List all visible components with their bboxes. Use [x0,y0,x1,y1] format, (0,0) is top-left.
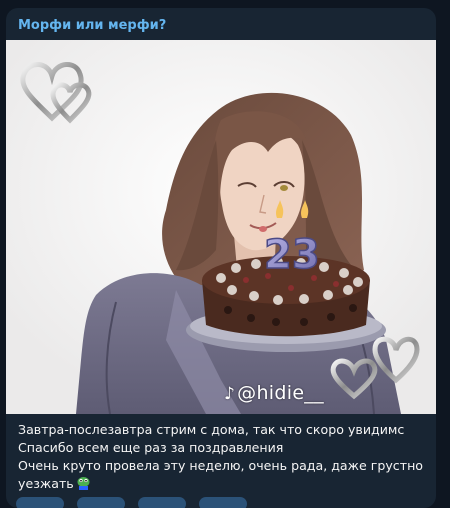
reactions-row [16,496,255,508]
cake-candle-number: 23 [264,232,320,278]
watermark-handle: @hidie__ [237,382,324,404]
reaction-chip[interactable] [77,497,126,508]
reaction-chip[interactable] [138,497,187,508]
channel-title[interactable]: Морфи или мерфи? [18,18,166,33]
tiktok-watermark: ♪ @hidie__ [224,382,324,404]
caption-line-4-text: уезжать [18,476,74,491]
caption-line-4: уезжать [18,475,428,493]
reaction-chip[interactable] [199,497,248,508]
pepe-frog-icon [77,477,90,490]
reaction-chip[interactable] [16,497,64,508]
caption-line-1: Завтра-послезавтра стрим с дома, так что… [18,422,405,437]
message-bubble[interactable]: Морфи или мерфи? 23 ♪ @hidie__ Завтра-по… [6,8,436,508]
caption-line-3: Очень круто провела эту неделю, очень ра… [18,458,424,473]
post-caption: Завтра-послезавтра стрим с дома, так что… [18,421,428,493]
post-image[interactable]: 23 ♪ @hidie__ [6,40,436,414]
tiktok-icon: ♪ [224,384,236,404]
illustration: 23 [6,40,436,414]
caption-line-2: Спасибо всем еще раз за поздравления [18,440,284,455]
